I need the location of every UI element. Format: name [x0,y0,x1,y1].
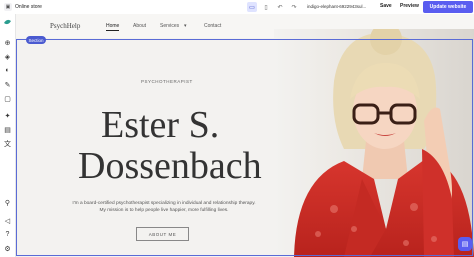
logo-icon [3,18,12,27]
preview-button[interactable]: Preview [400,3,419,9]
undo-icon[interactable]: ↶ [275,2,285,12]
site-brand[interactable]: PsychHelp [50,22,80,30]
redo-icon[interactable]: ↷ [289,2,299,12]
nav-about[interactable]: About [133,23,146,29]
nav-home[interactable]: Home [106,23,120,31]
announcement-icon[interactable]: ◁ [3,216,12,225]
hero-eyebrow: PSYCHOTHERAPIST [141,79,193,84]
add-icon[interactable]: ⊕ [3,38,12,47]
hero-name-line1: Ester S. [101,104,220,146]
store-bag-icon[interactable]: ▢ [3,94,12,103]
editor-sidebar: ⊕ ◈ ◐ ✎ ▢ ✦ ▤ 文 ⚲ ◁ ? ⚙ [0,14,16,257]
store-label: Online store [15,4,42,10]
chat-icon[interactable]: ▤ [458,237,472,251]
section-badge[interactable]: Section [26,36,46,44]
hero-name-line2: Dossenbach [78,145,262,187]
chevron-down-icon[interactable]: ▾ [184,23,187,29]
store-icon: ▣ [4,3,12,11]
store-switcher[interactable]: ▣ Online store [0,3,46,11]
nav-services[interactable]: Services [160,23,179,29]
ai-sparkle-icon[interactable]: ✦ [3,111,12,120]
editor-topbar: ▣ Online store ▭ ▯ ↶ ↷ indigo-elephant-6… [0,0,474,15]
pen-icon[interactable]: ✎ [3,80,12,89]
palette-icon[interactable]: ◐ [3,66,12,75]
layers-icon[interactable]: ◈ [3,52,12,61]
search-icon[interactable]: ⚲ [3,198,12,207]
mobile-view-icon[interactable]: ▯ [261,2,271,12]
nav-contact[interactable]: Contact [204,23,221,29]
settings-icon[interactable]: ⚙ [3,244,12,253]
hero-description: I'm a board-certified psychotherapist sp… [72,201,256,213]
about-me-button[interactable]: ABOUT ME [136,227,189,241]
save-button[interactable]: Save [380,3,392,9]
media-icon[interactable]: ▤ [3,125,12,134]
site-url[interactable]: indigo-elephant-6922943sul... [307,4,375,9]
update-website-button[interactable]: Update website [423,1,473,13]
help-icon[interactable]: ? [3,230,12,239]
desktop-view-icon[interactable]: ▭ [247,2,257,12]
translate-icon[interactable]: 文 [3,139,12,148]
website-canvas: PsychHelp Home About Services ▾ Contact [16,14,474,257]
